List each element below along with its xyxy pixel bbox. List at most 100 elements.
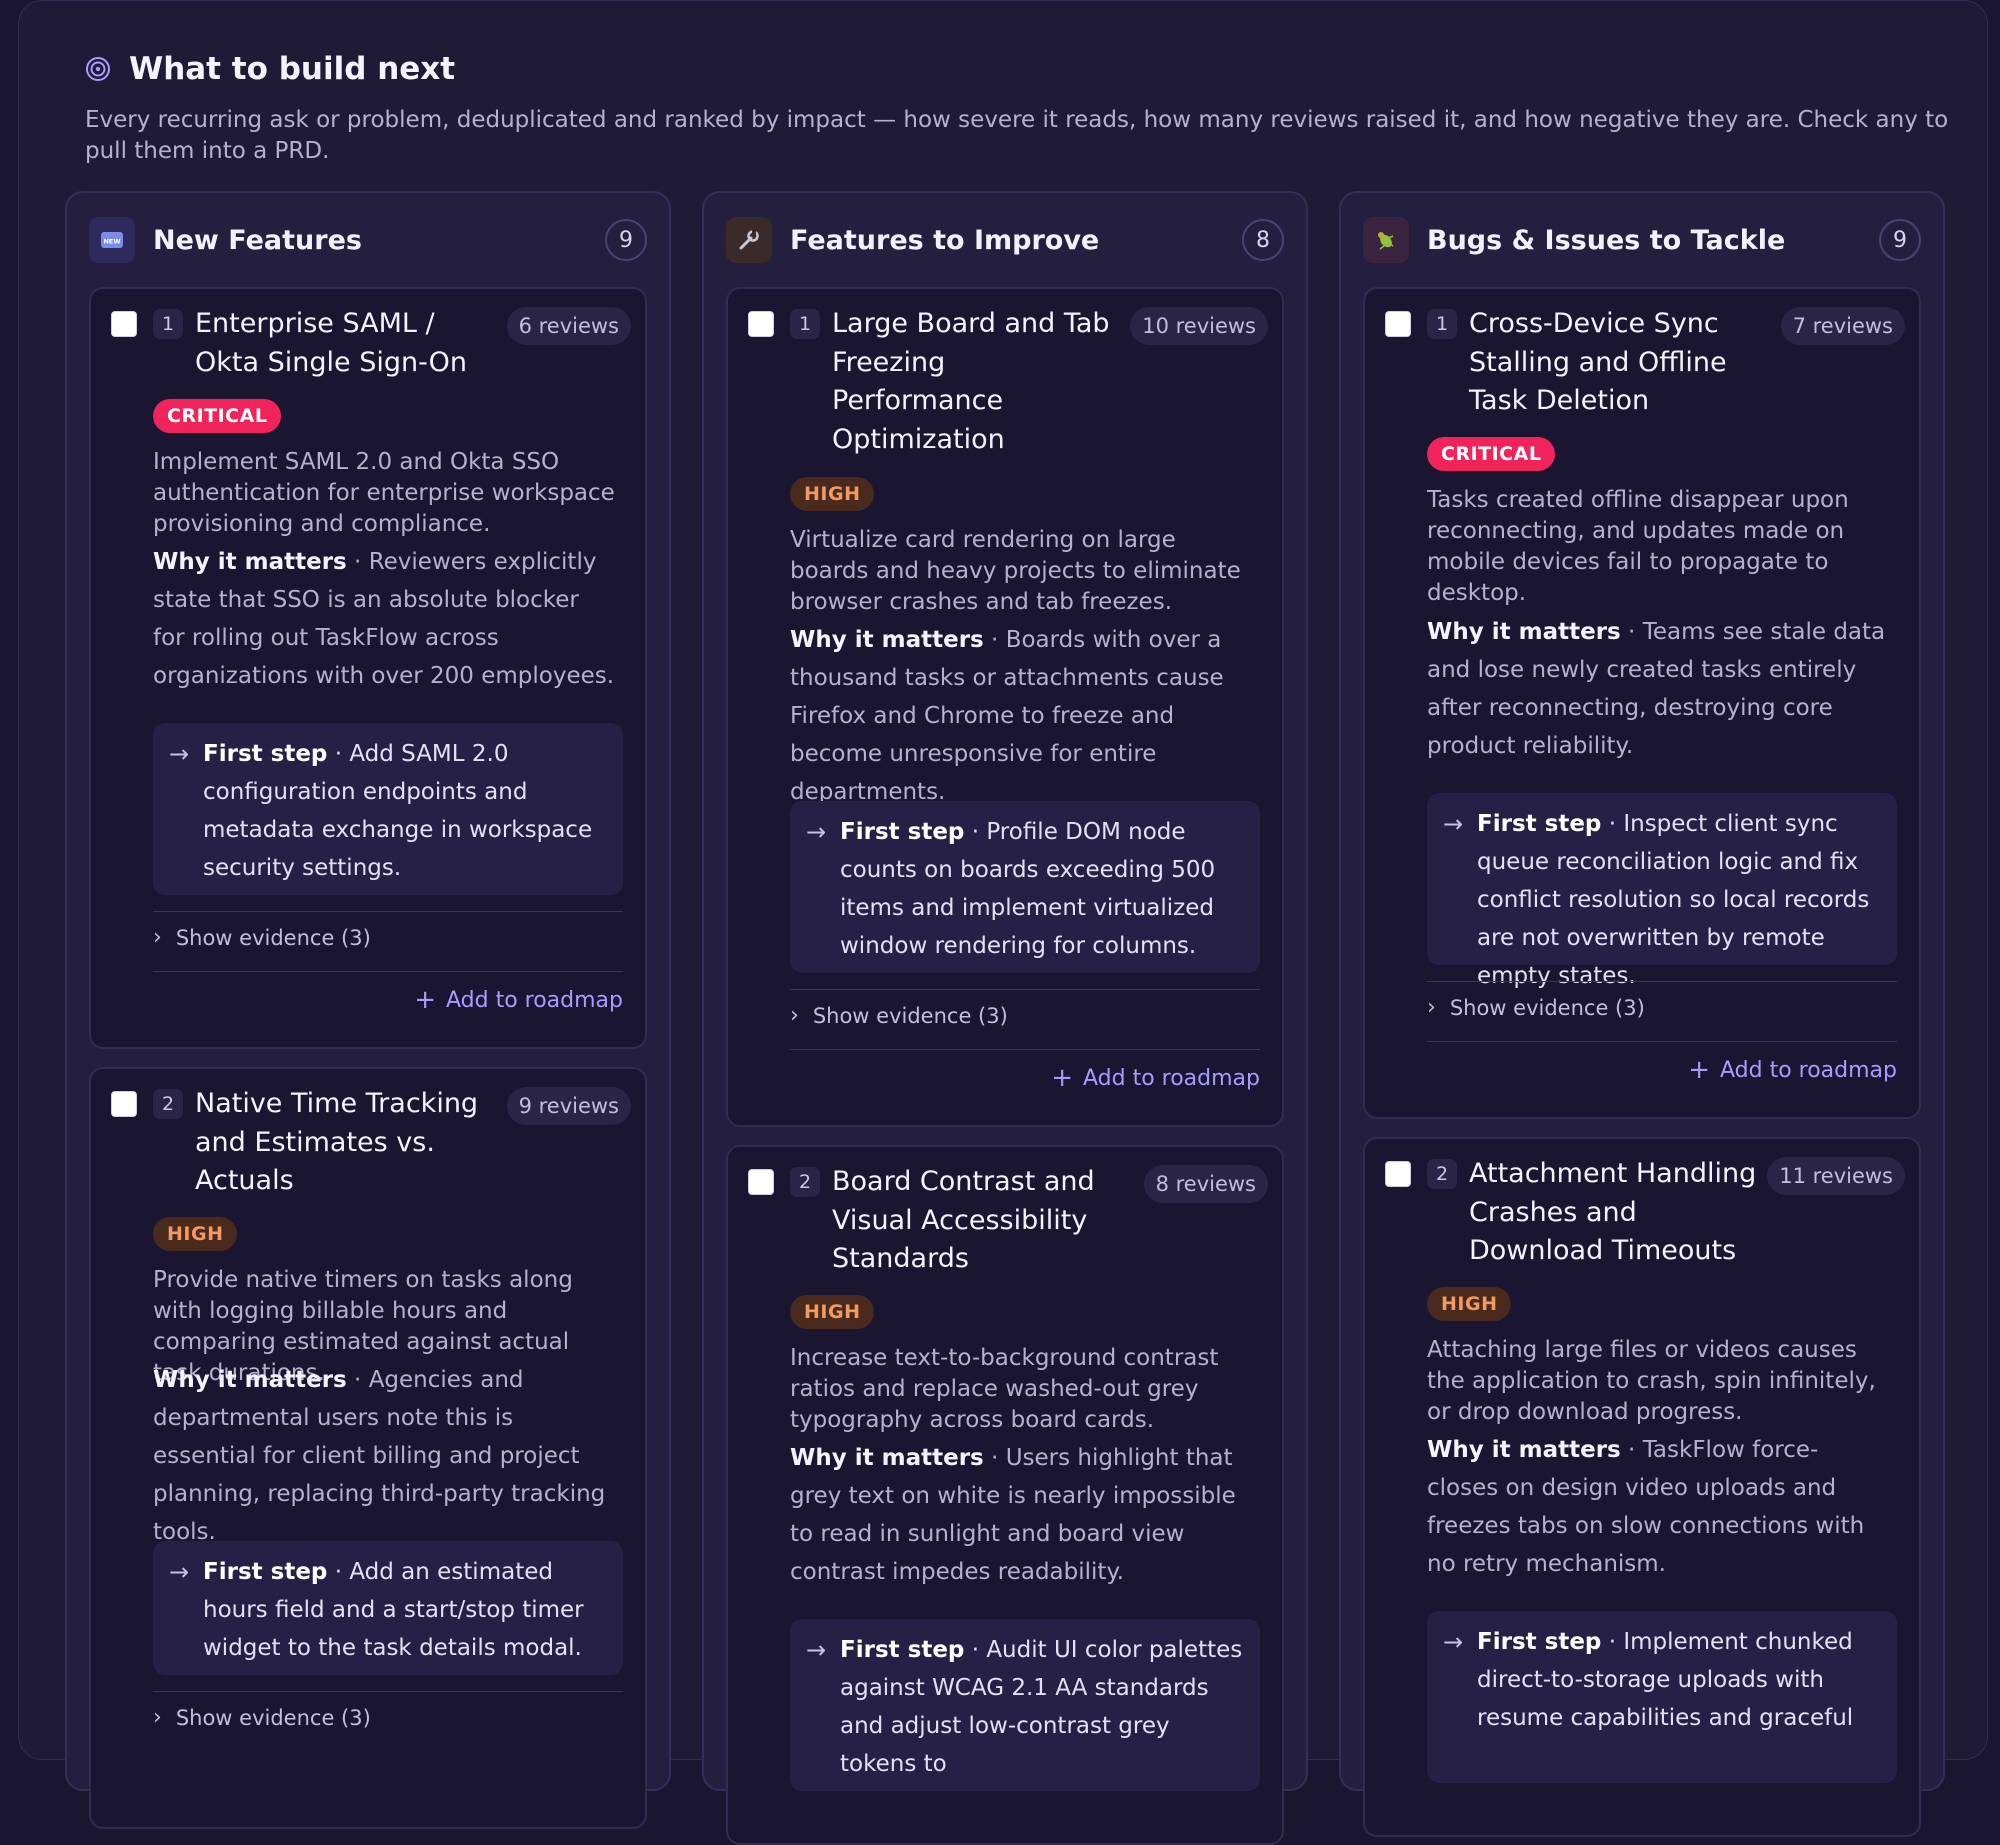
add-to-roadmap-button[interactable]: + Add to roadmap (1688, 1057, 1897, 1083)
chevron-right-icon: › (153, 1705, 162, 1730)
plus-icon: + (414, 985, 436, 1015)
card-title: Native Time Tracking and Estimates vs. A… (195, 1088, 479, 1196)
bug-card: 2 Attachment Handling Crashes and Downlo… (1363, 1137, 1921, 1837)
first-step-box: → First step · Add SAML 2.0 configuration… (153, 723, 623, 895)
feature-card: 2 Board Contrast and Visual Accessibilit… (726, 1145, 1284, 1845)
chevron-right-icon: › (153, 925, 162, 950)
feature-card: 2 Native Time Tracking and Estimates vs.… (89, 1067, 647, 1829)
rank-badge: 1 (1427, 309, 1457, 339)
why-it-matters: Why it matters · Users highlight that gr… (790, 1445, 1236, 1585)
page-subtitle: Every recurring ask or problem, deduplic… (85, 107, 1949, 164)
chevron-right-icon: › (1427, 995, 1436, 1020)
column-count-badge: 9 (605, 219, 647, 261)
divider (790, 989, 1260, 990)
severity-badge: HIGH (790, 477, 875, 511)
column-title: Bugs & Issues to Tackle (1427, 224, 1786, 256)
rank-badge: 1 (153, 309, 183, 339)
svg-text:NEW: NEW (103, 238, 120, 246)
column-features-to-improve: Features to Improve 8 1 Large Board and … (702, 191, 1308, 1845)
arrow-right-icon: → (806, 1636, 827, 1664)
divider (153, 971, 623, 972)
divider (1427, 981, 1897, 982)
select-checkbox[interactable] (111, 1091, 137, 1117)
arrow-right-icon: → (169, 1558, 190, 1586)
bug-card: 1 Cross-Device Sync Stalling and Offline… (1363, 287, 1921, 1119)
card-description: Implement SAML 2.0 and Okta SSO authenti… (153, 449, 615, 537)
card-title: Enterprise SAML / Okta Single Sign-On (195, 308, 467, 378)
arrow-right-icon: → (1443, 1628, 1464, 1656)
column-header: NEW New Features 9 (89, 217, 647, 263)
divider (153, 911, 623, 912)
first-step-box: → First step · Add an estimated hours fie… (153, 1541, 623, 1675)
add-to-roadmap-button[interactable]: + Add to roadmap (414, 987, 623, 1013)
why-it-matters: Why it matters · Boards with over a thou… (790, 627, 1224, 805)
severity-badge: CRITICAL (153, 399, 282, 433)
rank-badge: 2 (790, 1167, 820, 1197)
page-header: What to build next Every recurring ask o… (85, 51, 1965, 167)
show-evidence-toggle[interactable]: › Show evidence (3) (153, 925, 371, 950)
divider (790, 1049, 1260, 1050)
select-checkbox[interactable] (748, 1169, 774, 1195)
feature-card: 1 Enterprise SAML / Okta Single Sign-On … (89, 287, 647, 1049)
card-description: Virtualize card rendering on large board… (790, 527, 1241, 615)
divider (153, 1691, 623, 1692)
why-it-matters: Why it matters · Agencies and department… (153, 1367, 606, 1545)
chevron-right-icon: › (790, 1003, 799, 1028)
card-title: Board Contrast and Visual Accessibility … (832, 1166, 1095, 1274)
reviews-badge: 11 reviews (1767, 1157, 1905, 1195)
reviews-badge: 6 reviews (506, 307, 631, 345)
column-count-badge: 8 (1242, 219, 1284, 261)
new-badge-icon: NEW (89, 217, 135, 263)
column-title: New Features (153, 224, 362, 256)
bug-icon (1363, 217, 1409, 263)
arrow-right-icon: → (1443, 810, 1464, 838)
reviews-badge: 9 reviews (506, 1087, 631, 1125)
reviews-badge: 8 reviews (1143, 1165, 1268, 1203)
wrench-icon (726, 217, 772, 263)
column-header: Bugs & Issues to Tackle 9 (1363, 217, 1921, 263)
select-checkbox[interactable] (1385, 1161, 1411, 1187)
column-count-badge: 9 (1879, 219, 1921, 261)
card-title: Cross-Device Sync Stalling and Offline T… (1469, 308, 1727, 416)
show-evidence-toggle[interactable]: › Show evidence (3) (153, 1705, 371, 1730)
page-title: What to build next (129, 51, 456, 87)
plus-icon: + (1051, 1063, 1073, 1093)
why-it-matters: Why it matters · Reviewers explicitly st… (153, 549, 615, 689)
roadmap-panel: What to build next Every recurring ask o… (18, 0, 1988, 1845)
severity-badge: HIGH (153, 1217, 238, 1251)
divider (1427, 1041, 1897, 1042)
reviews-badge: 7 reviews (1780, 307, 1905, 345)
column-new-features: NEW New Features 9 1 Enterprise SAML / O… (65, 191, 671, 1829)
severity-badge: HIGH (790, 1295, 875, 1329)
card-title: Attachment Handling Crashes and Download… (1469, 1158, 1757, 1266)
severity-badge: HIGH (1427, 1287, 1512, 1321)
why-it-matters: Why it matters · Teams see stale data an… (1427, 619, 1886, 759)
show-evidence-toggle[interactable]: › Show evidence (3) (1427, 995, 1645, 1020)
card-description: Increase text-to-background contrast rat… (790, 1345, 1219, 1433)
rank-badge: 2 (1427, 1159, 1457, 1189)
card-description: Attaching large files or videos causes t… (1427, 1337, 1876, 1425)
reviews-badge: 10 reviews (1130, 307, 1268, 345)
plus-icon: + (1688, 1055, 1710, 1085)
first-step-box: → First step · Inspect client sync queue … (1427, 793, 1897, 989)
severity-badge: CRITICAL (1427, 437, 1556, 471)
first-step-box: → First step · Audit UI color palettes ag… (790, 1619, 1260, 1791)
column-bugs-and-issues: Bugs & Issues to Tackle 9 1 Cross-Device… (1339, 191, 1945, 1837)
add-to-roadmap-button[interactable]: + Add to roadmap (1051, 1065, 1260, 1091)
feature-card: 1 Large Board and Tab Freezing Performan… (726, 287, 1284, 1127)
first-step-box: → First step · Implement chunked direct-t… (1427, 1611, 1897, 1783)
select-checkbox[interactable] (1385, 311, 1411, 337)
card-description: Tasks created offline disappear upon rec… (1427, 487, 1849, 606)
show-evidence-toggle[interactable]: › Show evidence (3) (790, 1003, 1008, 1028)
select-checkbox[interactable] (111, 311, 137, 337)
arrow-right-icon: → (169, 740, 190, 768)
target-icon (85, 56, 111, 82)
rank-badge: 2 (153, 1089, 183, 1119)
why-it-matters: Why it matters · TaskFlow force-closes o… (1427, 1437, 1865, 1577)
card-title: Large Board and Tab Freezing Performance… (832, 308, 1110, 455)
first-step-box: → First step · Profile DOM node counts on… (790, 801, 1260, 973)
select-checkbox[interactable] (748, 311, 774, 337)
column-title: Features to Improve (790, 224, 1100, 256)
column-header: Features to Improve 8 (726, 217, 1284, 263)
arrow-right-icon: → (806, 818, 827, 846)
